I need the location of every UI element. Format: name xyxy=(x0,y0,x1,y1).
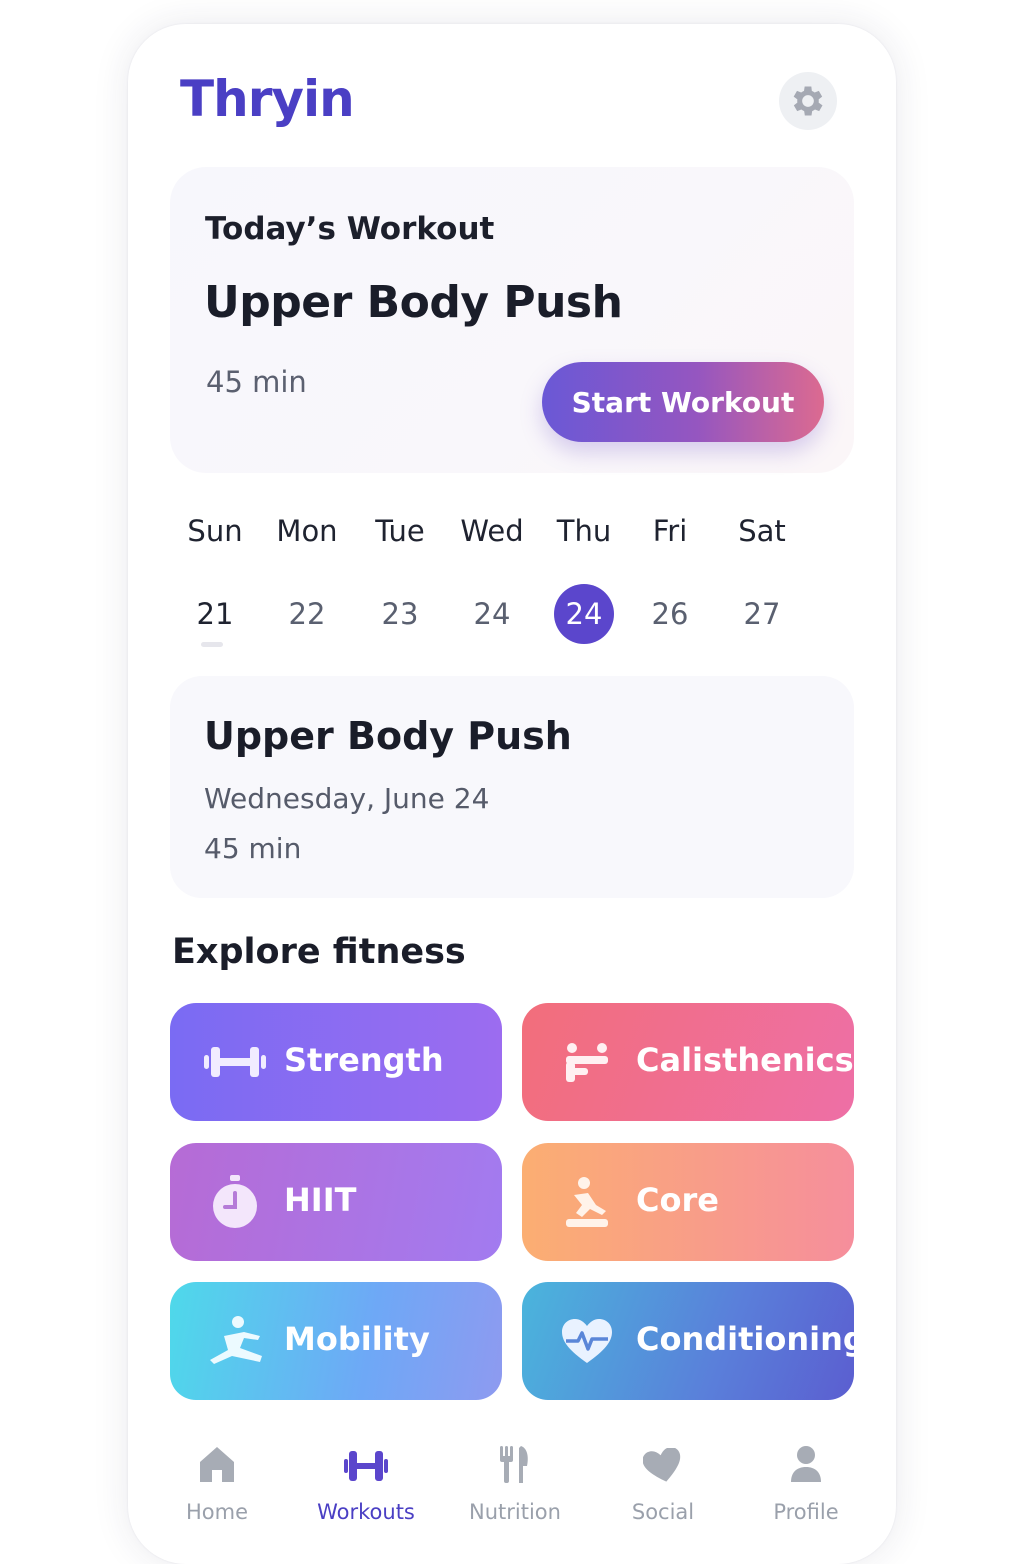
nav-label: Social xyxy=(631,1500,695,1524)
settings-button[interactable] xyxy=(779,72,837,130)
week-calendar: Sun 21 Mon 22 Tue 23 Wed 24 Thu 24 Fri 2… xyxy=(170,514,854,654)
heart-icon xyxy=(603,1438,723,1484)
workout-detail-duration: 45 min xyxy=(204,832,302,865)
category-label: Core xyxy=(636,1181,719,1219)
day-name: Sun xyxy=(187,514,243,548)
day-number: 22 xyxy=(288,597,326,631)
category-label: Mobility xyxy=(284,1320,430,1358)
stopwatch-icon xyxy=(200,1170,270,1234)
app-screen: Thryin Today’s Workout Upper Body Push 4… xyxy=(128,24,896,1564)
day-name: Tue xyxy=(375,514,425,548)
category-label: Conditioning xyxy=(636,1320,866,1358)
category-calisthenics[interactable]: Calisthenics xyxy=(522,1003,854,1121)
todays-workout-name: Upper Body Push xyxy=(204,277,623,328)
today-marker xyxy=(201,642,223,647)
dumbbell-icon xyxy=(306,1438,426,1484)
app-title: Thryin xyxy=(180,70,355,128)
nav-workouts[interactable]: Workouts xyxy=(306,1438,426,1524)
category-label: Calisthenics xyxy=(636,1041,854,1079)
nav-label: Nutrition xyxy=(469,1500,561,1524)
workout-detail-date: Wednesday, June 24 xyxy=(204,782,490,815)
nav-profile[interactable]: Profile xyxy=(746,1438,866,1524)
category-hiit[interactable]: HIIT xyxy=(170,1143,502,1261)
day-number-selected: 24 xyxy=(554,584,614,644)
day-number: 21 xyxy=(196,597,234,631)
day-name: Thu xyxy=(556,514,612,548)
nav-home[interactable]: Home xyxy=(157,1438,277,1524)
category-core[interactable]: Core xyxy=(522,1143,854,1261)
day-number: 23 xyxy=(381,597,419,631)
start-workout-button[interactable]: Start Workout xyxy=(542,362,824,442)
calisthenics-icon xyxy=(552,1030,622,1094)
nav-label: Workouts xyxy=(317,1500,415,1524)
category-mobility[interactable]: Mobility xyxy=(170,1282,502,1400)
workout-detail-card[interactable]: Upper Body Push Wednesday, June 24 45 mi… xyxy=(170,676,854,898)
home-icon xyxy=(157,1438,277,1484)
heartbeat-icon xyxy=(552,1309,622,1373)
day-number: 27 xyxy=(743,597,781,631)
gear-icon xyxy=(793,86,823,116)
workout-detail-name: Upper Body Push xyxy=(204,714,572,758)
category-conditioning[interactable]: Conditioning xyxy=(522,1282,866,1400)
nav-label: Home xyxy=(185,1500,248,1524)
day-name: Wed xyxy=(460,514,524,548)
core-pose-icon xyxy=(552,1170,622,1234)
bottom-navigation: Home Workouts Nutrition Social Profile xyxy=(128,1424,896,1534)
day-name: Mon xyxy=(276,514,338,548)
day-name: Fri xyxy=(652,514,688,548)
day-number: 24 xyxy=(473,597,511,631)
person-icon xyxy=(746,1438,866,1484)
nav-social[interactable]: Social xyxy=(603,1438,723,1524)
dumbbell-icon xyxy=(200,1030,270,1094)
todays-workout-label: Today’s Workout xyxy=(205,211,495,247)
nav-label: Profile xyxy=(773,1500,839,1524)
stretch-icon xyxy=(200,1309,270,1373)
todays-workout-card: Today’s Workout Upper Body Push 45 min S… xyxy=(170,167,854,473)
day-name: Sat xyxy=(738,514,786,548)
day-number: 26 xyxy=(651,597,689,631)
nav-nutrition[interactable]: Nutrition xyxy=(455,1438,575,1524)
todays-workout-duration: 45 min xyxy=(206,365,307,399)
category-label: HIIT xyxy=(284,1181,357,1219)
category-label: Strength xyxy=(284,1041,444,1079)
explore-title: Explore fitness xyxy=(172,932,466,972)
category-strength[interactable]: Strength xyxy=(170,1003,502,1121)
fork-knife-icon xyxy=(455,1438,575,1484)
